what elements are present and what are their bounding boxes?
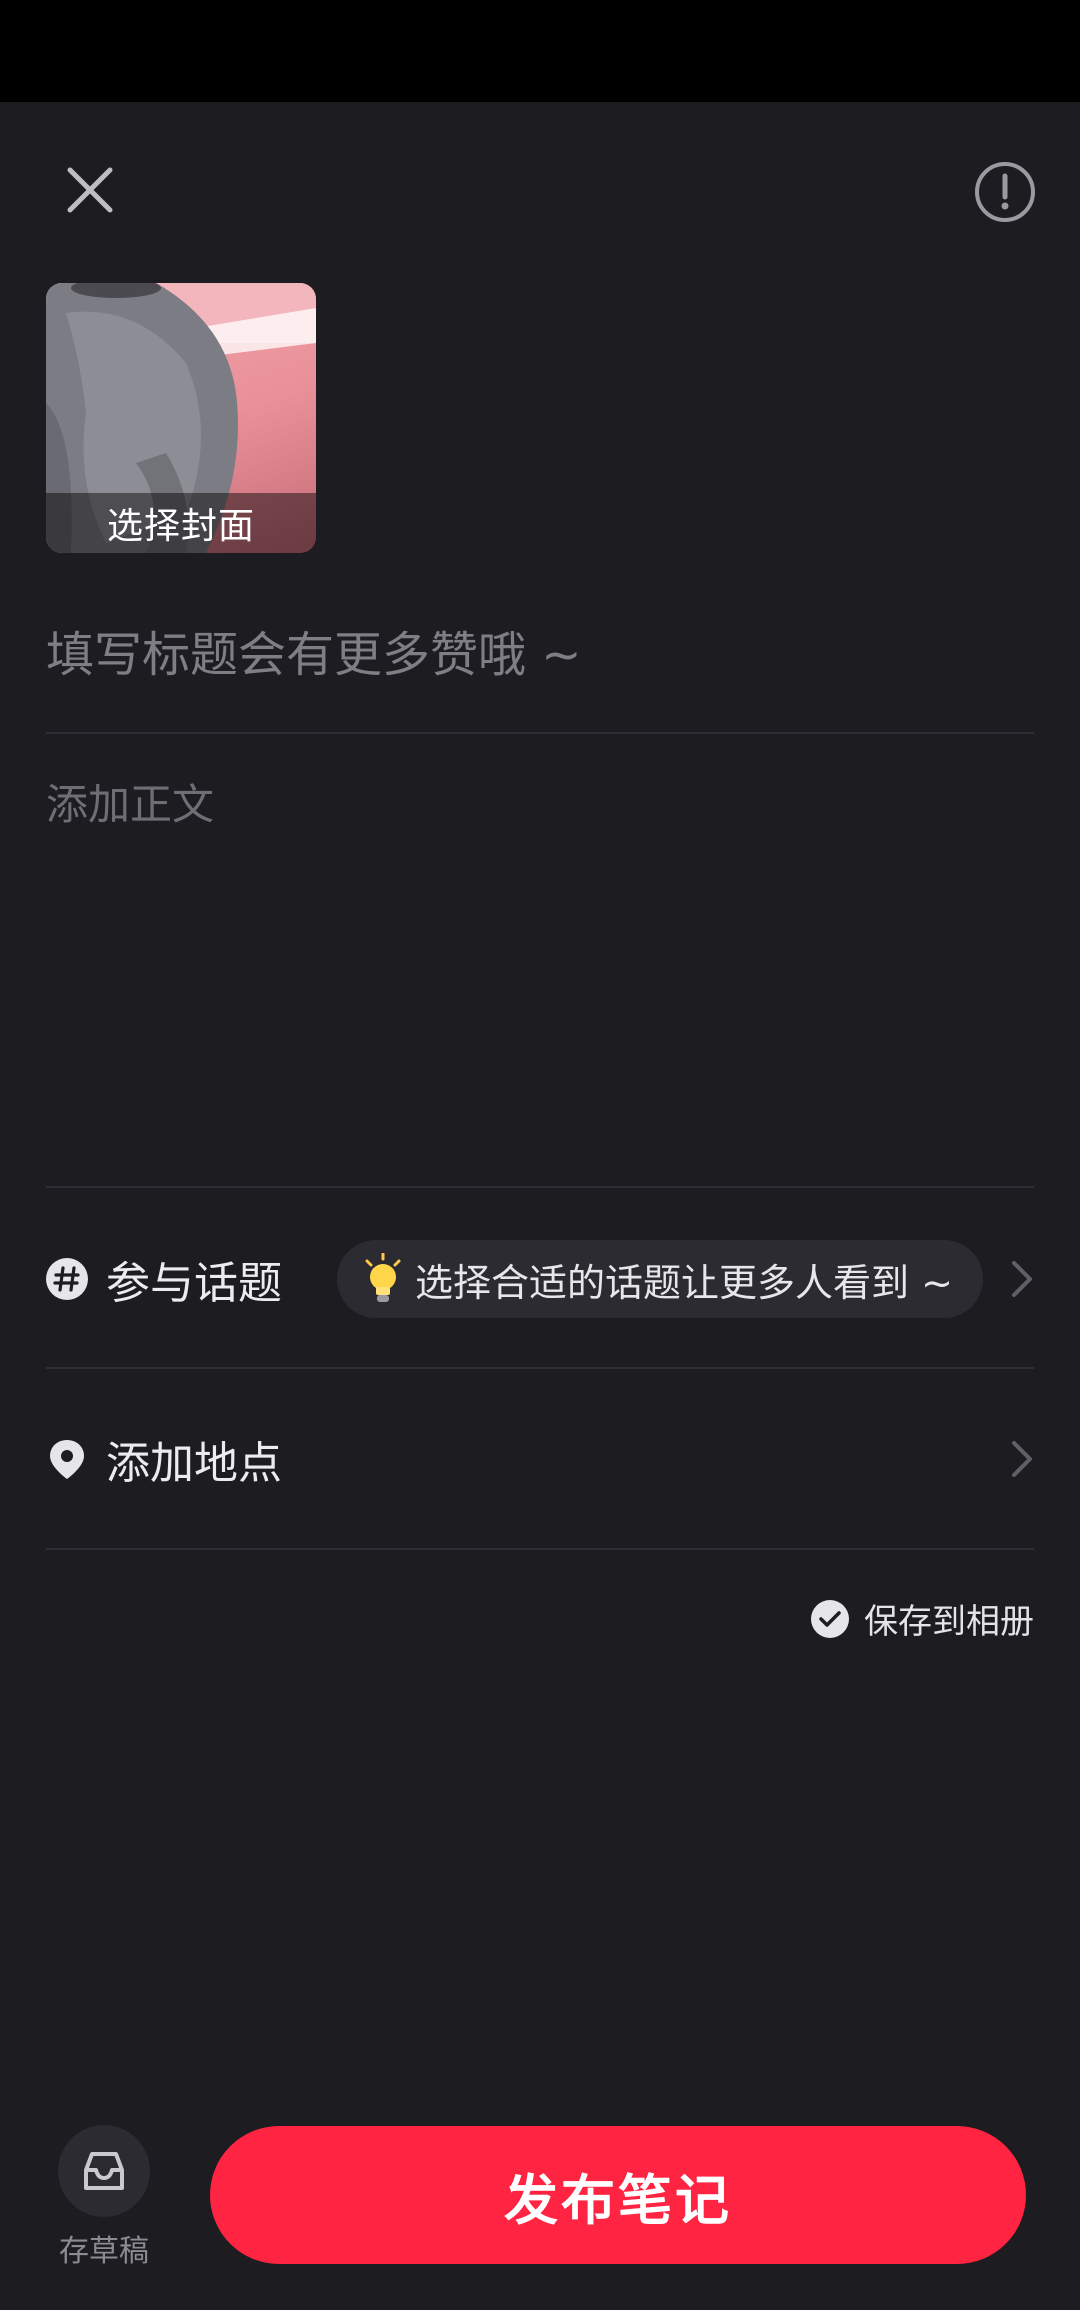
lightbulb-icon xyxy=(365,1253,401,1302)
exclamation-circle-icon xyxy=(975,162,1035,222)
close-icon xyxy=(67,167,113,213)
divider xyxy=(46,1186,1034,1188)
publish-note-button[interactable]: 发布笔记 xyxy=(210,2126,1026,2264)
divider xyxy=(46,1367,1034,1369)
topic-label: 参与话题 xyxy=(106,1258,282,1309)
location-label: 添加地点 xyxy=(106,1438,282,1489)
save-to-album-toggle[interactable]: 保存到相册 xyxy=(810,1594,1034,1643)
chevron-right-icon xyxy=(1012,1441,1032,1477)
hashtag-icon xyxy=(46,1258,88,1300)
status-bar xyxy=(0,0,1080,102)
save-draft-label: 存草稿 xyxy=(59,2234,149,2269)
topic-row[interactable]: 参与话题 选择合适的话题让更多人看到 ~ xyxy=(46,1238,1036,1320)
location-row[interactable]: 添加地点 xyxy=(46,1418,1036,1500)
topic-suggestion-text: 选择合适的话题让更多人看到 ~ xyxy=(415,1260,953,1305)
publish-note-screen: 选择封面 填写标题会有更多赞哦 ~ 添加正文 参与话题 选择合适的话题让更多人看… xyxy=(0,0,1080,2310)
save-draft-button[interactable] xyxy=(58,2125,150,2217)
location-pin-icon xyxy=(50,1440,84,1479)
divider xyxy=(46,1548,1034,1550)
checkmark-circle-icon xyxy=(811,1599,849,1638)
divider xyxy=(46,732,1034,734)
topic-suggestion-pill[interactable]: 选择合适的话题让更多人看到 ~ xyxy=(337,1240,983,1318)
save-to-album-label: 保存到相册 xyxy=(864,1602,1034,1642)
body-text-input[interactable]: 添加正文 xyxy=(46,775,1036,1175)
cover-selector[interactable]: 选择封面 xyxy=(46,283,316,553)
cover-label-bar: 选择封面 xyxy=(46,493,316,553)
chevron-right-icon xyxy=(1012,1261,1032,1297)
info-button[interactable] xyxy=(974,161,1036,223)
title-input[interactable]: 填写标题会有更多赞哦 ~ xyxy=(46,615,1036,695)
close-button[interactable] xyxy=(60,160,120,220)
inbox-tray-icon xyxy=(84,2152,124,2190)
publish-note-label: 发布笔记 xyxy=(504,2168,732,2232)
select-cover-label: 选择封面 xyxy=(106,506,255,547)
